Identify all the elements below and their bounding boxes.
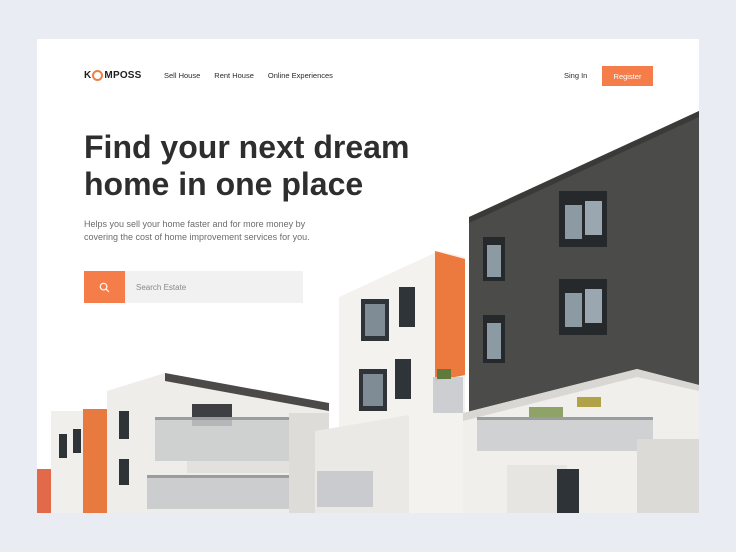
search-button[interactable] xyxy=(84,271,125,303)
main-nav: Sell House Rent House Online Experiences xyxy=(164,71,333,80)
search-icon xyxy=(99,282,110,292)
logo-suffix: MPOSS xyxy=(104,70,142,81)
nav-item-sell-house[interactable]: Sell House xyxy=(164,71,200,80)
hero-subtext: Helps you sell your home faster and for … xyxy=(84,219,310,242)
signin-link[interactable]: Sing In xyxy=(564,71,587,80)
landing-page: K MPOSS Sell House Rent House Online Exp… xyxy=(37,39,699,513)
search-bar xyxy=(84,271,303,303)
brand-logo[interactable]: K MPOSS xyxy=(84,70,142,81)
logo-ring-icon xyxy=(92,70,104,81)
logo-prefix: K xyxy=(84,70,92,81)
hero-headline: Find your next dream home in one place xyxy=(84,129,410,202)
nav-item-online-experiences[interactable]: Online Experiences xyxy=(268,71,333,80)
nav-item-rent-house[interactable]: Rent House xyxy=(214,71,254,80)
search-input[interactable] xyxy=(125,271,303,303)
register-button[interactable]: Register xyxy=(602,66,653,86)
